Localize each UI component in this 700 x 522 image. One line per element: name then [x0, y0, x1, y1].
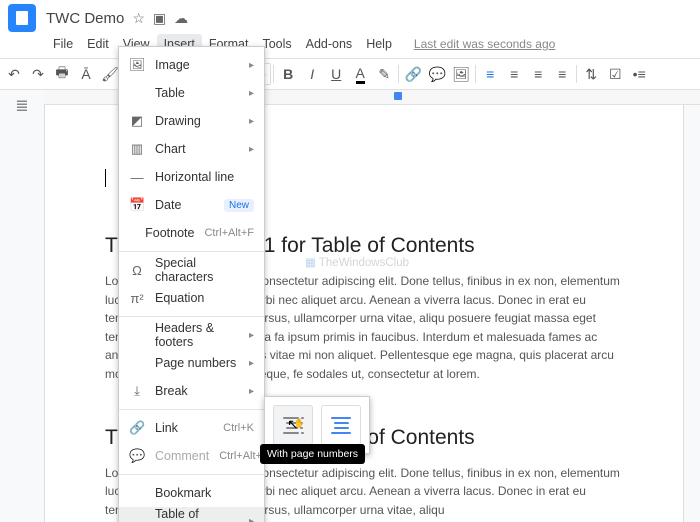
special-chars-icon: Ω [129, 263, 145, 278]
hr-icon: — [129, 170, 145, 185]
insert-menu-dropdown: 🖼Image▸ Table▸ ◩Drawing▸ ▥Chart▸ —Horizo… [118, 46, 265, 522]
menu-file[interactable]: File [46, 34, 80, 54]
image-icon: 🖼 [129, 57, 145, 73]
text-cursor [105, 169, 106, 187]
toc-tooltip: With page numbers [260, 444, 365, 464]
equation-icon: π² [129, 291, 145, 306]
link-icon: 🔗 [129, 420, 145, 436]
menu-help[interactable]: Help [359, 34, 399, 54]
bold-icon[interactable]: B [276, 62, 300, 86]
indent-marker-icon[interactable] [394, 92, 402, 100]
outline-toggle-icon[interactable]: ≣ [15, 96, 28, 116]
comment-icon: 💬 [129, 448, 145, 464]
align-right-icon[interactable]: ≡ [526, 62, 550, 86]
last-edit-link[interactable]: Last edit was seconds ago [407, 34, 562, 54]
new-badge: New [224, 199, 254, 212]
menu-edit[interactable]: Edit [80, 34, 116, 54]
menu-item-equation[interactable]: π²Equation [119, 284, 264, 312]
spellcheck-icon[interactable]: Ᾱ [74, 62, 98, 86]
docs-logo [8, 4, 36, 32]
checklist-icon[interactable]: ☑ [603, 62, 627, 86]
menu-item-table-of-contents[interactable]: Table of contents▸ [119, 507, 264, 522]
doc-title[interactable]: TWC Demo [46, 10, 124, 27]
line-spacing-icon[interactable]: ⇅ [579, 62, 603, 86]
chart-icon: ▥ [129, 141, 145, 157]
insert-link-icon[interactable]: 🔗 [401, 62, 425, 86]
menu-item-break[interactable]: ⤓Break▸ [119, 377, 264, 405]
toolbar: ↶ ↷ 🖶 Ᾱ 🖌 Headin▾ ▾ − + B I U A ✎ 🔗 💬 🖼 … [0, 58, 700, 90]
menu-item-link[interactable]: 🔗LinkCtrl+K [119, 414, 264, 442]
underline-icon[interactable]: U [324, 62, 348, 86]
cloud-icon[interactable]: ☁ [174, 10, 188, 27]
menu-item-footnote[interactable]: FootnoteCtrl+Alt+F [119, 219, 264, 247]
menu-item-image[interactable]: 🖼Image▸ [119, 51, 264, 79]
menu-item-chart[interactable]: ▥Chart▸ [119, 135, 264, 163]
add-comment-icon[interactable]: 💬 [425, 62, 449, 86]
break-icon: ⤓ [129, 383, 145, 399]
toc-with-links[interactable] [321, 405, 361, 445]
watermark: ▦ TheWindowsClub [305, 255, 409, 269]
menu-item-date[interactable]: 📅DateNew [119, 191, 264, 219]
menu-addons[interactable]: Add-ons [299, 34, 360, 54]
menu-bar: File Edit View Insert Format Tools Add-o… [0, 32, 700, 58]
drawing-icon: ◩ [129, 113, 145, 129]
mouse-cursor-icon: ↖︎✋ [287, 416, 310, 433]
redo-icon[interactable]: ↷ [26, 62, 50, 86]
bullet-list-icon[interactable]: •≡ [627, 62, 651, 86]
date-icon: 📅 [129, 197, 145, 213]
print-icon[interactable]: 🖶 [50, 62, 74, 86]
menu-item-page-numbers[interactable]: Page numbers▸ [119, 349, 264, 377]
align-left-icon[interactable]: ≡ [478, 62, 502, 86]
menu-item-drawing[interactable]: ◩Drawing▸ [119, 107, 264, 135]
menu-item-bookmark[interactable]: Bookmark [119, 479, 264, 507]
italic-icon[interactable]: I [300, 62, 324, 86]
undo-icon[interactable]: ↶ [2, 62, 26, 86]
menu-item-special-chars[interactable]: ΩSpecial characters [119, 256, 264, 284]
menu-item-headers-footers[interactable]: Headers & footers▸ [119, 321, 264, 349]
star-icon[interactable]: ☆ [132, 10, 145, 27]
highlight-icon[interactable]: ✎ [372, 62, 396, 86]
menu-item-table[interactable]: Table▸ [119, 79, 264, 107]
align-center-icon[interactable]: ≡ [502, 62, 526, 86]
move-icon[interactable]: ▣ [153, 10, 166, 27]
insert-image-icon[interactable]: 🖼 [449, 62, 473, 86]
align-justify-icon[interactable]: ≡ [550, 62, 574, 86]
menu-item-comment: 💬CommentCtrl+Alt+M [119, 442, 264, 470]
text-color-icon[interactable]: A [348, 62, 372, 86]
menu-item-horizontal-line[interactable]: —Horizontal line [119, 163, 264, 191]
